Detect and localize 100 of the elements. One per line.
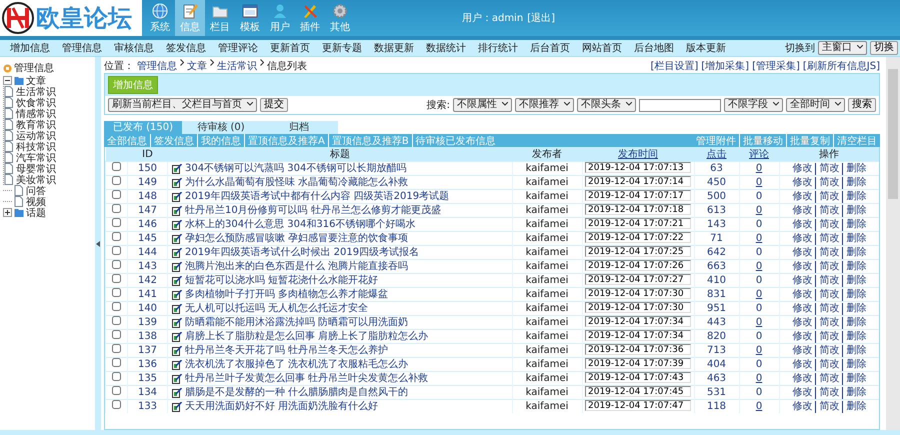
operation-link[interactable]: 删除 bbox=[842, 358, 866, 370]
operation-link[interactable]: 删除 bbox=[842, 260, 866, 272]
filter-select[interactable]: 不限头条 bbox=[577, 98, 636, 112]
operation-link[interactable]: 修改 bbox=[792, 260, 812, 272]
operation-link[interactable]: 简改 bbox=[815, 316, 840, 328]
tree-item[interactable]: 话题 bbox=[26, 206, 46, 220]
edit-icon[interactable] bbox=[172, 332, 182, 342]
title-link[interactable]: 防晒霜能不能用沐浴露洗掉吗 防晒霜可以用洗面奶 bbox=[185, 316, 408, 328]
operation-link[interactable]: 简改 bbox=[815, 204, 840, 216]
time-field[interactable]: 2019-12-04 17:07:21 bbox=[585, 218, 691, 230]
comments-link[interactable]: 0 bbox=[756, 218, 762, 230]
expand-toggle-icon[interactable] bbox=[3, 208, 12, 217]
edit-icon[interactable] bbox=[172, 220, 182, 230]
filter-select[interactable]: 不限字段 bbox=[724, 98, 783, 112]
breadcrumb-link[interactable]: 管理信息 bbox=[137, 58, 177, 72]
tree-item[interactable]: 美妆常识 bbox=[16, 172, 56, 186]
comments-link[interactable]: 0 bbox=[756, 232, 762, 244]
operation-link[interactable]: 修改 bbox=[792, 344, 812, 356]
operation-link[interactable]: 修改 bbox=[792, 190, 812, 202]
subnav-link[interactable]: 更新专题 bbox=[316, 41, 368, 55]
operation-link[interactable]: 修改 bbox=[792, 274, 812, 286]
edit-icon[interactable] bbox=[172, 388, 182, 398]
filter-select[interactable]: 不限属性 bbox=[453, 98, 512, 112]
operation-link[interactable]: 简改 bbox=[815, 274, 840, 286]
operation-link[interactable]: 删除 bbox=[842, 218, 866, 230]
subnav-link[interactable]: 签发信息 bbox=[160, 41, 212, 55]
comments-link[interactable]: 0 bbox=[756, 190, 762, 202]
edit-icon[interactable] bbox=[172, 290, 182, 300]
top-link[interactable]: [栏目设置] bbox=[650, 58, 698, 72]
subnav-link[interactable]: 管理信息 bbox=[56, 41, 108, 55]
comments-link[interactable]: 0 bbox=[756, 344, 762, 356]
operation-link[interactable]: 删除 bbox=[842, 316, 866, 328]
operation-link[interactable]: 删除 bbox=[842, 232, 866, 244]
breadcrumb-link[interactable]: 文章 bbox=[187, 58, 207, 72]
subnav-link[interactable]: 数据统计 bbox=[420, 41, 472, 55]
operation-link[interactable]: 简改 bbox=[815, 260, 840, 272]
operation-link[interactable]: 删除 bbox=[842, 386, 866, 398]
row-checkbox[interactable] bbox=[112, 246, 121, 255]
operation-link[interactable]: 简改 bbox=[815, 400, 840, 412]
tab[interactable]: 待审核 (0) bbox=[182, 121, 260, 134]
operation-link[interactable]: 修改 bbox=[792, 232, 812, 244]
operation-link[interactable]: 修改 bbox=[792, 204, 812, 216]
operation-link[interactable]: 简改 bbox=[815, 218, 840, 230]
comments-link[interactable]: 0 bbox=[756, 274, 762, 286]
operation-link[interactable]: 修改 bbox=[792, 176, 812, 188]
tree-item[interactable]: 饮食常识 bbox=[16, 96, 56, 110]
time-field[interactable]: 2019-12-04 17:07:27 bbox=[585, 274, 691, 286]
operation-link[interactable]: 删除 bbox=[842, 204, 866, 216]
edit-icon[interactable] bbox=[172, 374, 182, 384]
window-select[interactable]: 主窗口 bbox=[818, 41, 867, 55]
subnav-link[interactable]: 后台首页 bbox=[524, 41, 576, 55]
operation-link[interactable]: 修改 bbox=[792, 302, 812, 314]
tree-root-label[interactable]: 管理信息 bbox=[14, 61, 54, 75]
operation-link[interactable]: 简改 bbox=[815, 176, 840, 188]
operation-link[interactable]: 修改 bbox=[792, 330, 812, 342]
tree-item[interactable]: 汽车常识 bbox=[16, 150, 56, 164]
title-link[interactable]: 2019年四级英语考试什么时候出 2019四级考试报名 bbox=[185, 246, 420, 258]
tree-item[interactable]: 生活常识 bbox=[16, 84, 56, 98]
operation-link[interactable]: 修改 bbox=[792, 246, 812, 258]
row-checkbox[interactable] bbox=[112, 218, 121, 227]
refresh-select[interactable]: 刷新当前栏目、父栏目与首页 bbox=[108, 98, 257, 112]
operation-link[interactable]: 修改 bbox=[792, 316, 812, 328]
edit-icon[interactable] bbox=[172, 304, 182, 314]
operation-link[interactable]: 修改 bbox=[792, 218, 812, 230]
time-field[interactable]: 2019-12-04 17:07:47 bbox=[585, 400, 691, 412]
filter-select[interactable]: 不限推荐 bbox=[515, 98, 574, 112]
row-checkbox[interactable] bbox=[112, 232, 121, 241]
scrollbar-thumb[interactable] bbox=[888, 69, 898, 199]
time-field[interactable]: 2019-12-04 17:07:30 bbox=[585, 302, 691, 314]
operation-link[interactable]: 修改 bbox=[792, 400, 812, 412]
operation-link[interactable]: 简改 bbox=[815, 330, 840, 342]
row-checkbox[interactable] bbox=[112, 260, 121, 269]
subnav-link[interactable]: 审核信息 bbox=[108, 41, 160, 55]
edit-icon[interactable] bbox=[172, 192, 182, 202]
tree-item[interactable]: 视频 bbox=[26, 194, 46, 208]
comments-link[interactable]: 0 bbox=[756, 372, 762, 384]
subnav-link[interactable]: 版本更新 bbox=[680, 41, 732, 55]
row-checkbox[interactable] bbox=[112, 358, 121, 367]
top-link[interactable]: [刷新所有信息JS] bbox=[802, 58, 880, 72]
row-checkbox[interactable] bbox=[112, 344, 121, 353]
operation-link[interactable]: 简改 bbox=[815, 288, 840, 300]
row-checkbox[interactable] bbox=[112, 190, 121, 199]
operation-link[interactable]: 删除 bbox=[842, 372, 866, 384]
operation-link[interactable]: 修改 bbox=[792, 162, 812, 174]
time-field[interactable]: 2019-12-04 17:07:13 bbox=[585, 162, 691, 174]
tree-item[interactable]: 教育常识 bbox=[16, 118, 56, 132]
operation-link[interactable]: 删除 bbox=[842, 190, 866, 202]
operation-link[interactable]: 简改 bbox=[815, 344, 840, 356]
title-link[interactable]: 天天用洗面奶好不好 用洗面奶洗脸有什么好 bbox=[185, 400, 378, 412]
row-checkbox[interactable] bbox=[112, 330, 121, 339]
top-link[interactable]: [增加采集] bbox=[701, 58, 750, 72]
collapse-arrow-icon[interactable] bbox=[96, 240, 100, 246]
comments-link[interactable]: 0 bbox=[756, 176, 762, 188]
tab[interactable]: 归档 bbox=[260, 121, 338, 134]
submit-button[interactable]: 提交 bbox=[260, 98, 288, 112]
operation-link[interactable]: 简改 bbox=[815, 386, 840, 398]
operation-link[interactable]: 删除 bbox=[842, 162, 866, 174]
operation-link[interactable]: 简改 bbox=[815, 162, 840, 174]
row-checkbox[interactable] bbox=[112, 288, 121, 297]
edit-icon[interactable] bbox=[172, 248, 182, 258]
